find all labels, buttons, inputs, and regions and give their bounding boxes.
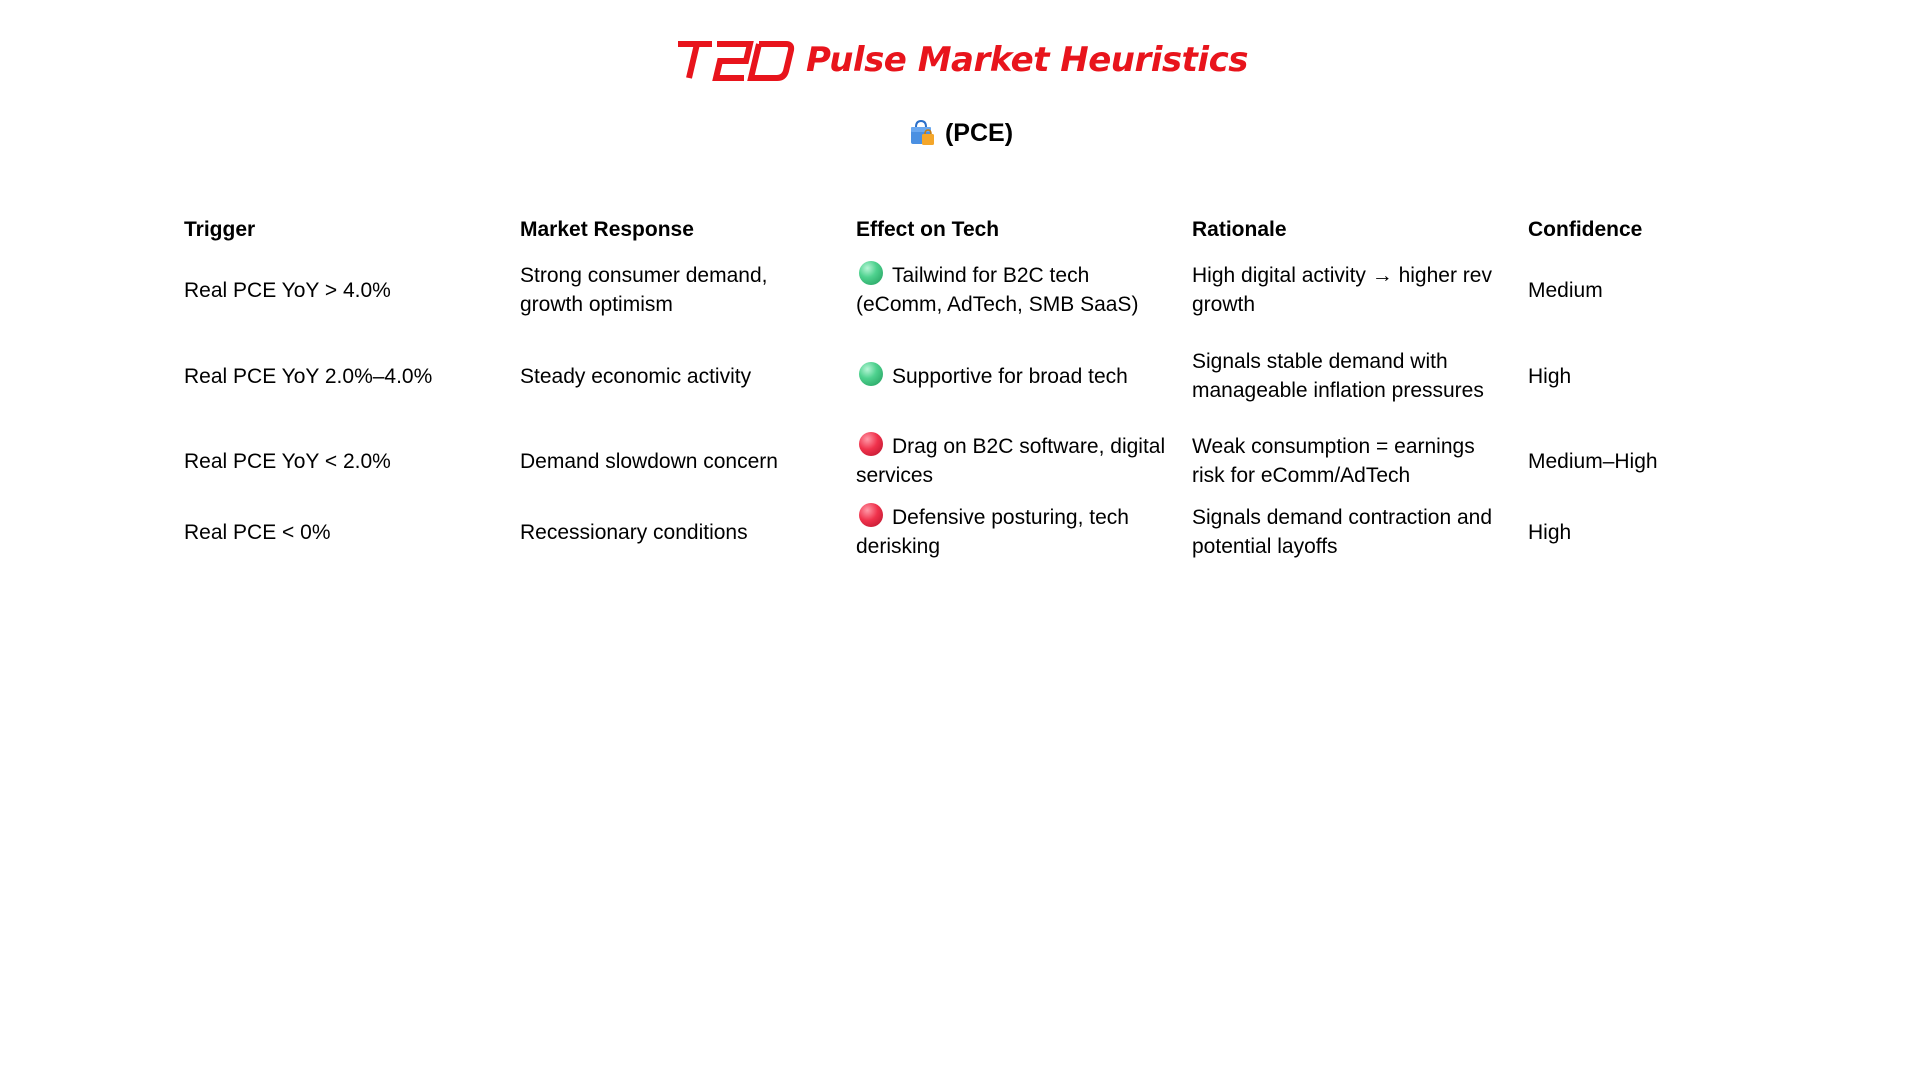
rationale-cell: Signals stable demand with manageable in… bbox=[1192, 350, 1484, 402]
t2d-logo bbox=[678, 41, 795, 81]
confidence-cell: High bbox=[1528, 364, 1572, 388]
header: Pulse Market Heuristics bbox=[0, 38, 1920, 82]
rationale-cell: High digital activity → higher rev growt… bbox=[1192, 264, 1492, 316]
effect-text: Supportive for broad tech bbox=[892, 364, 1128, 388]
rationale-cell: Weak consumption = earnings risk for eCo… bbox=[1192, 435, 1475, 487]
table-row: Real PCE YoY < 2.0% Demand slowdown conc… bbox=[176, 426, 1856, 496]
effect-text: Tailwind for B2C tech (eComm, AdTech, SM… bbox=[856, 264, 1139, 316]
market-response-cell: Demand slowdown concern bbox=[520, 449, 778, 473]
page-title: Pulse Market Heuristics bbox=[806, 40, 1248, 80]
table-row: Real PCE YoY 2.0%–4.0% Steady economic a… bbox=[176, 326, 1856, 426]
green-circle-icon bbox=[859, 361, 883, 386]
trigger-cell: Real PCE < 0% bbox=[184, 520, 331, 544]
heuristics-table: Trigger Market Response Effect on Tech R… bbox=[176, 208, 1856, 568]
market-response-cell: Strong consumer demand, growth optimism bbox=[520, 264, 768, 316]
table-row: Real PCE YoY > 4.0% Strong consumer dema… bbox=[176, 254, 1856, 326]
trigger-cell: Real PCE YoY 2.0%–4.0% bbox=[184, 364, 433, 388]
column-header-confidence: Confidence bbox=[1528, 218, 1643, 241]
table-row: Real PCE < 0% Recessionary conditions De… bbox=[176, 496, 1856, 568]
red-circle-icon bbox=[859, 503, 883, 527]
shopping-bag-icon bbox=[910, 119, 934, 145]
effect-text: Defensive posturing, tech derisking bbox=[856, 506, 1129, 558]
market-response-cell: Recessionary conditions bbox=[520, 520, 748, 544]
trigger-cell: Real PCE YoY > 4.0% bbox=[184, 278, 391, 302]
column-header-effect-on-tech: Effect on Tech bbox=[856, 218, 1000, 241]
rationale-cell: Signals demand contraction and potential… bbox=[1192, 506, 1493, 558]
table-header-row: Trigger Market Response Effect on Tech R… bbox=[176, 208, 1856, 254]
confidence-cell: Medium bbox=[1528, 278, 1603, 302]
subtitle-text: (PCE) bbox=[944, 118, 1014, 147]
section-subtitle: (PCE) bbox=[0, 118, 1920, 148]
confidence-cell: Medium–High bbox=[1528, 449, 1658, 473]
effect-cell: Supportive for broad tech bbox=[848, 326, 1184, 426]
red-circle-icon bbox=[859, 432, 883, 456]
column-header-trigger: Trigger bbox=[184, 218, 256, 241]
green-circle-icon bbox=[859, 261, 883, 285]
trigger-cell: Real PCE YoY < 2.0% bbox=[184, 449, 391, 473]
market-response-cell: Steady economic activity bbox=[520, 364, 752, 388]
confidence-cell: High bbox=[1528, 520, 1572, 544]
effect-cell: Drag on B2C software, digital services bbox=[848, 426, 1184, 496]
effect-text: Drag on B2C software, digital services bbox=[856, 435, 1166, 487]
column-header-rationale: Rationale bbox=[1192, 218, 1287, 241]
effect-cell: Tailwind for B2C tech (eComm, AdTech, SM… bbox=[848, 254, 1184, 326]
column-header-market-response: Market Response bbox=[520, 218, 694, 241]
effect-cell: Defensive posturing, tech derisking bbox=[848, 496, 1184, 568]
